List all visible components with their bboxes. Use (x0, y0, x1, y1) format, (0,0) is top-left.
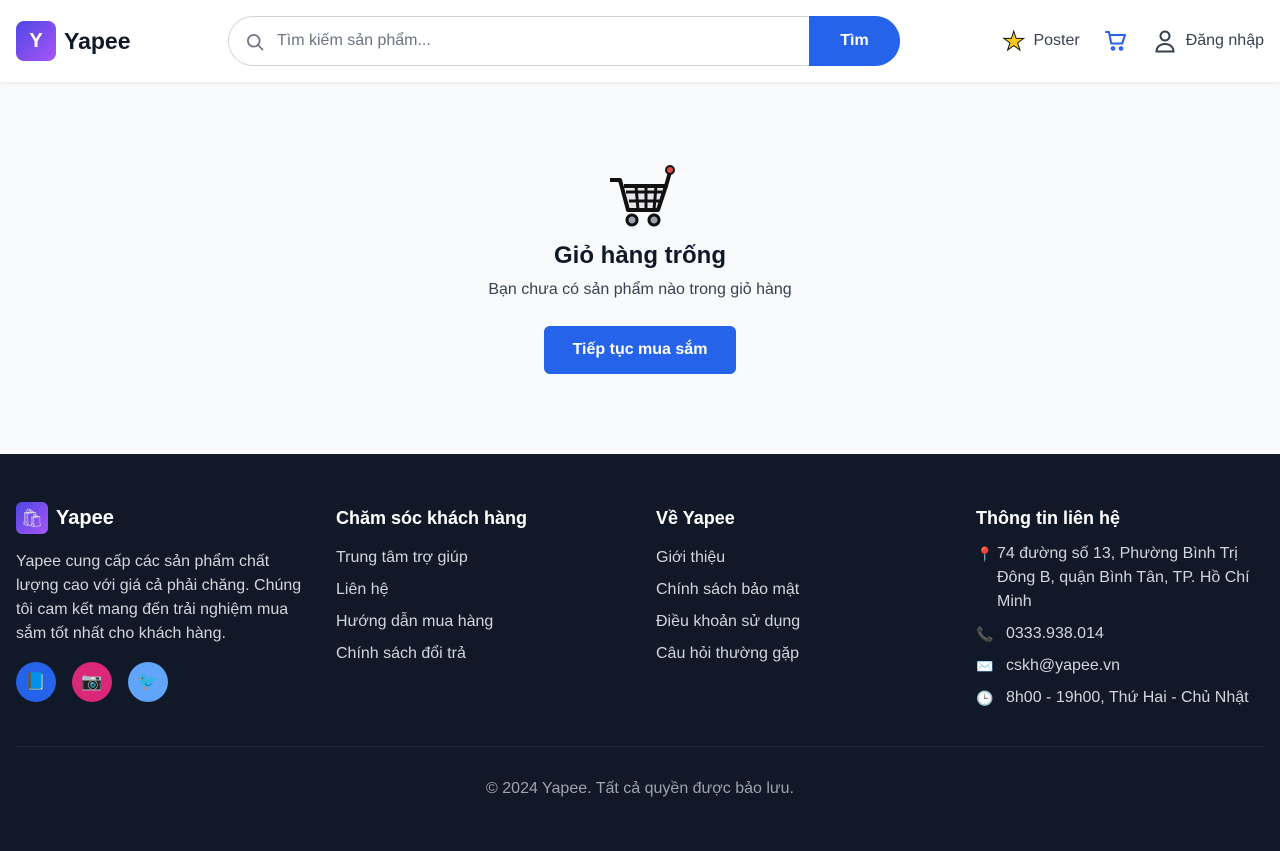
logo-badge: Y (16, 21, 56, 61)
phone-icon: 📞 (976, 626, 994, 642)
contact-hours-text: 8h00 - 19h00, Thứ Hai - Chủ Nhật (1006, 689, 1249, 706)
customer-care-links: Trung tâm trợ giúp Liên hệ Hướng dẫn mua… (336, 542, 626, 670)
login-link[interactable]: Đăng nhập (1154, 29, 1264, 53)
footer-customer-care: Chăm sóc khách hàng Trung tâm trợ giúp L… (336, 502, 626, 670)
map-pin-icon: 📍 (976, 546, 994, 562)
footer-link-about[interactable]: Giới thiệu (656, 549, 725, 566)
footer-link-help-center[interactable]: Trung tâm trợ giúp (336, 549, 468, 566)
list-item: Chính sách đổi trả (336, 638, 626, 670)
poster-label: Poster (1033, 32, 1080, 49)
list-item: Chính sách bảo mật (656, 574, 946, 606)
footer-description: Yapee cung cấp các sản phẩm chất lượng c… (16, 553, 302, 642)
empty-cart-subtitle: Bạn chưa có sản phẩm nào trong giỏ hàng (488, 281, 792, 298)
shopping-cart-icon (610, 165, 675, 227)
footer-link-privacy[interactable]: Chính sách bảo mật (656, 581, 799, 598)
search-box (228, 16, 809, 66)
login-label: Đăng nhập (1185, 32, 1264, 49)
contact-phone: 📞 0333.938.014 (976, 622, 1266, 646)
footer-link-contact[interactable]: Liên hệ (336, 581, 389, 598)
search-form: Tìm (228, 16, 900, 66)
facebook-icon[interactable]: 📘 (16, 662, 56, 702)
list-item: Trung tâm trợ giúp (336, 542, 626, 574)
about-links: Giới thiệu Chính sách bảo mật Điều khoản… (656, 542, 946, 670)
footer-brand-column: 🛍 Yapee Yapee cung cấp các sản phẩm chất… (16, 502, 306, 702)
contact-address-text: 74 đường số 13, Phường Bình Trị Đông B, … (997, 545, 1250, 610)
about-heading: Về Yapee (656, 508, 735, 528)
list-item: Liên hệ (336, 574, 626, 606)
user-icon (1155, 30, 1175, 53)
search-icon (247, 34, 264, 51)
clock-icon: 🕒 (976, 690, 994, 706)
list-item: Điều khoản sử dụng (656, 606, 946, 638)
list-item: Câu hỏi thường gặp (656, 638, 946, 670)
copyright: © 2024 Yapee. Tất cả quyền được bảo lưu. (486, 780, 794, 797)
footer-link-return-policy[interactable]: Chính sách đổi trả (336, 645, 466, 662)
search-input[interactable] (277, 17, 797, 65)
empty-cart-title: Giỏ hàng trống (554, 242, 726, 269)
mail-icon: ✉️ (976, 658, 994, 674)
footer-brand: 🛍 Yapee (16, 502, 306, 534)
footer-link-buying-guide[interactable]: Hướng dẫn mua hàng (336, 613, 493, 630)
list-item: Hướng dẫn mua hàng (336, 606, 626, 638)
brand-name: Yapee (64, 27, 131, 54)
empty-cart-section: Giỏ hàng trống Bạn chưa có sản phẩm nào … (0, 82, 1280, 454)
header-nav: ★ Poster Đăng nhập (1002, 24, 1264, 58)
social-links: 📘 📷 🐦 (16, 662, 306, 702)
cart-icon (1104, 31, 1126, 51)
list-item: Giới thiệu (656, 542, 946, 574)
site-footer: 🛍 Yapee Yapee cung cấp các sản phẩm chất… (0, 454, 1280, 851)
instagram-icon[interactable]: 📷 (72, 662, 112, 702)
continue-shopping-button[interactable]: Tiếp tục mua sắm (544, 326, 736, 374)
footer-contact: Thông tin liên hệ 📍 74 đường số 13, Phườ… (976, 502, 1266, 718)
footer-about: Về Yapee Giới thiệu Chính sách bảo mật Đ… (656, 502, 946, 670)
footer-link-terms[interactable]: Điều khoản sử dụng (656, 613, 800, 630)
cart-button[interactable] (1104, 29, 1128, 53)
contact-list: 📍 74 đường số 13, Phường Bình Trị Đông B… (976, 542, 1266, 710)
contact-hours: 🕒 8h00 - 19h00, Thứ Hai - Chủ Nhật (976, 686, 1266, 710)
contact-email-text: cskh@yapee.vn (1006, 657, 1121, 674)
site-header: Y Yapee Tìm ★ Poster (0, 0, 1280, 82)
twitter-icon[interactable]: 🐦 (128, 662, 168, 702)
logo-link[interactable]: Y Yapee (16, 21, 131, 61)
shopping-bag-icon: 🛍 (16, 502, 48, 534)
contact-email: ✉️ cskh@yapee.vn (976, 654, 1266, 678)
search-button[interactable]: Tìm (809, 16, 900, 66)
star-icon: ★ (1002, 26, 1026, 56)
contact-heading: Thông tin liên hệ (976, 508, 1120, 528)
footer-brand-name: Yapee (56, 506, 114, 529)
contact-address: 📍 74 đường số 13, Phường Bình Trị Đông B… (976, 542, 1266, 614)
contact-phone-text: 0333.938.014 (1006, 625, 1104, 642)
customer-care-heading: Chăm sóc khách hàng (336, 508, 528, 528)
footer-link-faq[interactable]: Câu hỏi thường gặp (656, 645, 799, 662)
poster-link[interactable]: ★ Poster (1002, 26, 1080, 56)
footer-divider (16, 746, 1264, 747)
